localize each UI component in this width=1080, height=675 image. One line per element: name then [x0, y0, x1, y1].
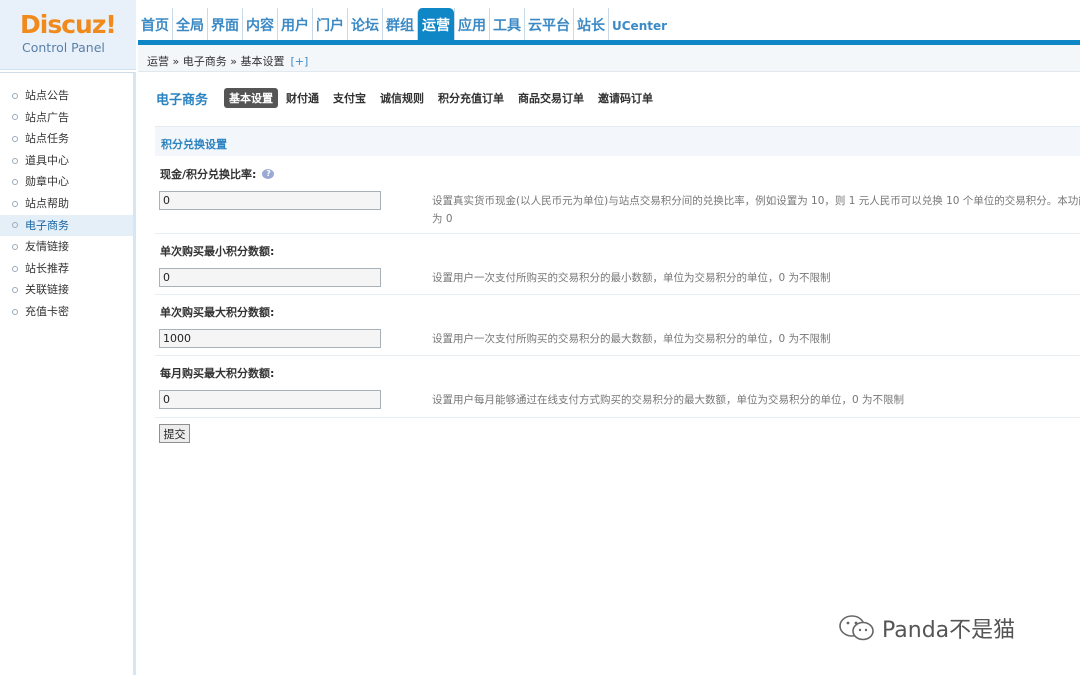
sidebar: 站点公告 站点广告 站点任务 道具中心 勋章中心 站点帮助 电子商务 友情链接 … [0, 72, 136, 675]
discuz-logo[interactable]: Discuz! Control Panel [0, 0, 136, 70]
tab-basic-settings[interactable]: 基本设置 [224, 88, 279, 108]
nav-ucenter[interactable]: UCenter [608, 8, 670, 44]
nav-interface[interactable]: 界面 [207, 8, 242, 44]
tab-invite-orders[interactable]: 邀请码订单 [598, 90, 653, 106]
field-label-max: 单次购买最大积分数额: [160, 306, 275, 319]
tab-credit-rules[interactable]: 诚信规则 [380, 90, 424, 106]
page-title: 电子商务 [156, 92, 209, 108]
logo-subtitle: Control Panel [22, 40, 105, 55]
sidebar-item-relatedlinks[interactable]: 关联链接 [0, 279, 133, 301]
row-divider [155, 233, 1080, 234]
sidebar-item-props[interactable]: 道具中心 [0, 150, 133, 172]
top-navigation: 首页 全局 界面 内容 用户 门户 论坛 群组 运营 应用 工具 云平台 站长 … [138, 8, 670, 44]
nav-forum[interactable]: 论坛 [347, 8, 382, 44]
submit-button[interactable]: 提交 [159, 424, 190, 443]
row-divider [155, 355, 1080, 356]
nav-tools[interactable]: 工具 [489, 8, 524, 44]
bullet-icon [12, 92, 18, 99]
sidebar-item-recommend[interactable]: 站长推荐 [0, 258, 133, 280]
tab-alipay[interactable]: 支付宝 [333, 90, 366, 106]
nav-webmaster[interactable]: 站长 [573, 8, 608, 44]
tab-credit-orders[interactable]: 积分充值订单 [438, 90, 504, 106]
main-content: 电子商务 基本设置 财付通 支付宝 诚信规则 积分充值订单 商品交易订单 邀请码… [140, 80, 1080, 675]
add-shortcut-link[interactable]: [+] [290, 55, 308, 68]
bullet-icon [12, 179, 18, 186]
sidebar-item-friendlinks[interactable]: 友情链接 [0, 236, 133, 258]
nav-apps[interactable]: 应用 [454, 8, 489, 44]
sidebar-item-help[interactable]: 站点帮助 [0, 193, 133, 215]
breadcrumb-bar: 运营 » 电子商务 » 基本设置 [+] [138, 45, 1080, 72]
bullet-icon [12, 200, 18, 207]
nav-global[interactable]: 全局 [172, 8, 207, 44]
bullet-icon [12, 135, 18, 142]
sidebar-item-medals[interactable]: 勋章中心 [0, 171, 133, 193]
tab-trade-orders[interactable]: 商品交易订单 [518, 90, 584, 106]
header: Discuz! Control Panel 首页 全局 界面 内容 用户 门户 … [0, 0, 1080, 72]
sidebar-item-tasks[interactable]: 站点任务 [0, 128, 133, 150]
nav-groups[interactable]: 群组 [382, 8, 417, 44]
field-desc-min: 设置用户一次支付所购买的交易积分的最小数额，单位为交易积分的单位，0 为不限制 [432, 272, 831, 284]
min-credit-input[interactable] [159, 268, 381, 287]
breadcrumb-path[interactable]: 运营 » 电子商务 » 基本设置 [147, 55, 284, 68]
monthly-max-input[interactable] [159, 390, 381, 409]
bullet-icon [12, 157, 18, 164]
nav-operations[interactable]: 运营 [417, 8, 454, 44]
nav-content[interactable]: 内容 [242, 8, 277, 44]
sidebar-item-ecommerce[interactable]: 电子商务 [0, 214, 133, 237]
sub-navigation: 电子商务 基本设置 财付通 支付宝 诚信规则 积分充值订单 商品交易订单 邀请码… [156, 88, 667, 108]
ratio-input[interactable] [159, 191, 381, 210]
max-credit-input[interactable] [159, 329, 381, 348]
field-desc-max: 设置用户一次支付所购买的交易积分的最大数额，单位为交易积分的单位，0 为不限制 [432, 333, 831, 345]
bullet-icon [12, 243, 18, 250]
help-icon[interactable]: ? [262, 169, 275, 179]
bullet-icon [12, 287, 18, 294]
field-label-min: 单次购买最小积分数额: [160, 245, 275, 258]
sidebar-item-ads[interactable]: 站点广告 [0, 107, 133, 129]
nav-users[interactable]: 用户 [277, 8, 312, 44]
field-label-monthly: 每月购买最大积分数额: [160, 367, 275, 380]
row-divider [155, 294, 1080, 295]
field-label-ratio: 现金/积分兑换比率:? [160, 166, 275, 182]
nav-cloud[interactable]: 云平台 [524, 8, 573, 44]
bullet-icon [12, 265, 18, 272]
row-divider [155, 417, 1080, 418]
bullet-icon [12, 114, 18, 121]
sidebar-item-announcements[interactable]: 站点公告 [0, 85, 133, 107]
breadcrumb: 运营 » 电子商务 » 基本设置 [+] [147, 53, 308, 69]
nav-home[interactable]: 首页 [138, 8, 172, 44]
section-title: 积分兑换设置 [155, 126, 1080, 156]
bullet-icon [12, 222, 18, 229]
sidebar-item-cardkeys[interactable]: 充值卡密 [0, 301, 133, 323]
field-desc-monthly: 设置用户每月能够通过在线支付方式购买的交易积分的最大数额，单位为交易积分的单位，… [432, 394, 905, 406]
field-desc-ratio: 设置真实货币现金(以人民币元为单位)与站点交易积分间的兑换比率，例如设置为 10… [432, 195, 1080, 225]
watermark: Panda不是猫 [838, 612, 1015, 644]
wechat-icon [839, 615, 874, 641]
logo-brand: Discuz! [20, 10, 117, 39]
tab-tenpay[interactable]: 财付通 [286, 90, 319, 106]
nav-portal[interactable]: 门户 [312, 8, 347, 44]
bullet-icon [12, 308, 18, 315]
